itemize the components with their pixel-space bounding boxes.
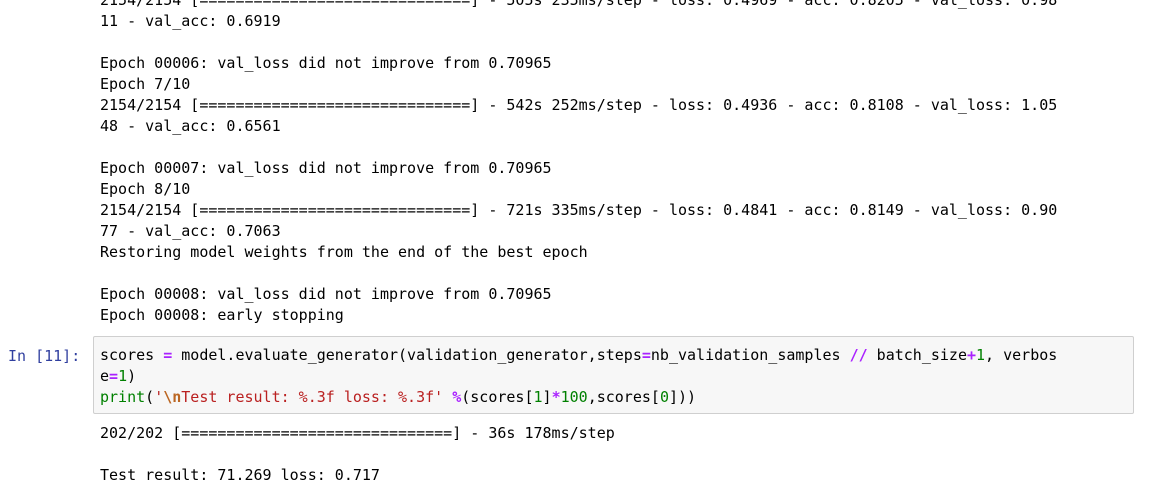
code-token: , verbos xyxy=(985,346,1058,364)
code-token: ] xyxy=(542,388,552,406)
code-token: // xyxy=(849,346,868,364)
output-line: Epoch 00008: val_loss did not improve fr… xyxy=(100,285,552,303)
code-token: ,scores[ xyxy=(587,388,660,406)
output-line: 2154/2154 [=============================… xyxy=(100,0,1058,9)
code-token: % xyxy=(452,388,462,406)
code-token: 0 xyxy=(659,388,669,406)
code-line: print('\nTest result: %.3f loss: %.3f' %… xyxy=(100,387,1127,408)
output-line: Epoch 00006: val_loss did not improve fr… xyxy=(100,54,552,72)
output-line: Restoring model weights from the end of … xyxy=(100,243,588,261)
code-token: + xyxy=(966,346,977,364)
output-line: 2154/2154 [=============================… xyxy=(100,201,1058,219)
code-token: scores xyxy=(100,346,164,364)
output-line: Test result: 71.269 loss: 0.717 xyxy=(100,466,380,484)
code-token: (scores[ xyxy=(461,388,534,406)
code-token: print xyxy=(100,388,146,406)
code-token: 100 xyxy=(560,388,588,406)
code-token: batch_size xyxy=(867,346,967,364)
output-line: Epoch 00007: val_loss did not improve fr… xyxy=(100,159,552,177)
code-token: = xyxy=(109,367,119,385)
code-token: 1 xyxy=(533,388,543,406)
cell-prompt: In [11]: xyxy=(8,347,81,365)
code-input-area[interactable]: scores = model.evaluate_generator(valida… xyxy=(93,336,1134,414)
output-line: Epoch 7/10 xyxy=(100,75,191,93)
code-token: ( xyxy=(145,388,155,406)
cell-output: 202/202 [==============================]… xyxy=(100,423,1140,486)
code-token: = xyxy=(641,346,651,364)
output-line: 48 - val_acc: 0.6561 xyxy=(100,117,281,135)
output-line: 202/202 [==============================]… xyxy=(100,424,615,442)
code-token: nb_validation_samples xyxy=(650,346,850,364)
output-line: 77 - val_acc: 0.7063 xyxy=(100,222,281,240)
code-token: ])) xyxy=(668,388,697,406)
code-token: e xyxy=(100,367,110,385)
code-token: \n xyxy=(163,388,182,406)
code-token: * xyxy=(551,388,561,406)
output-line: 2154/2154 [=============================… xyxy=(100,96,1058,114)
output-line: Epoch 00008: early stopping xyxy=(100,306,344,324)
code-token: ' xyxy=(154,388,164,406)
training-output-log: 2154/2154 [=============================… xyxy=(100,0,1140,326)
output-line: 11 - val_acc: 0.6919 xyxy=(100,12,281,30)
code-line: e=1) xyxy=(100,366,1127,387)
code-token: 1 xyxy=(976,346,986,364)
output-line: Epoch 8/10 xyxy=(100,180,191,198)
code-line: scores = model.evaluate_generator(valida… xyxy=(100,345,1127,366)
code-token: ) xyxy=(127,367,137,385)
code-token: model.evaluate_generator(validation_gene… xyxy=(172,346,642,364)
code-token: Test result: %.3f loss: %.3f' xyxy=(181,388,444,406)
code-token: 1 xyxy=(118,367,128,385)
code-token: = xyxy=(163,346,173,364)
